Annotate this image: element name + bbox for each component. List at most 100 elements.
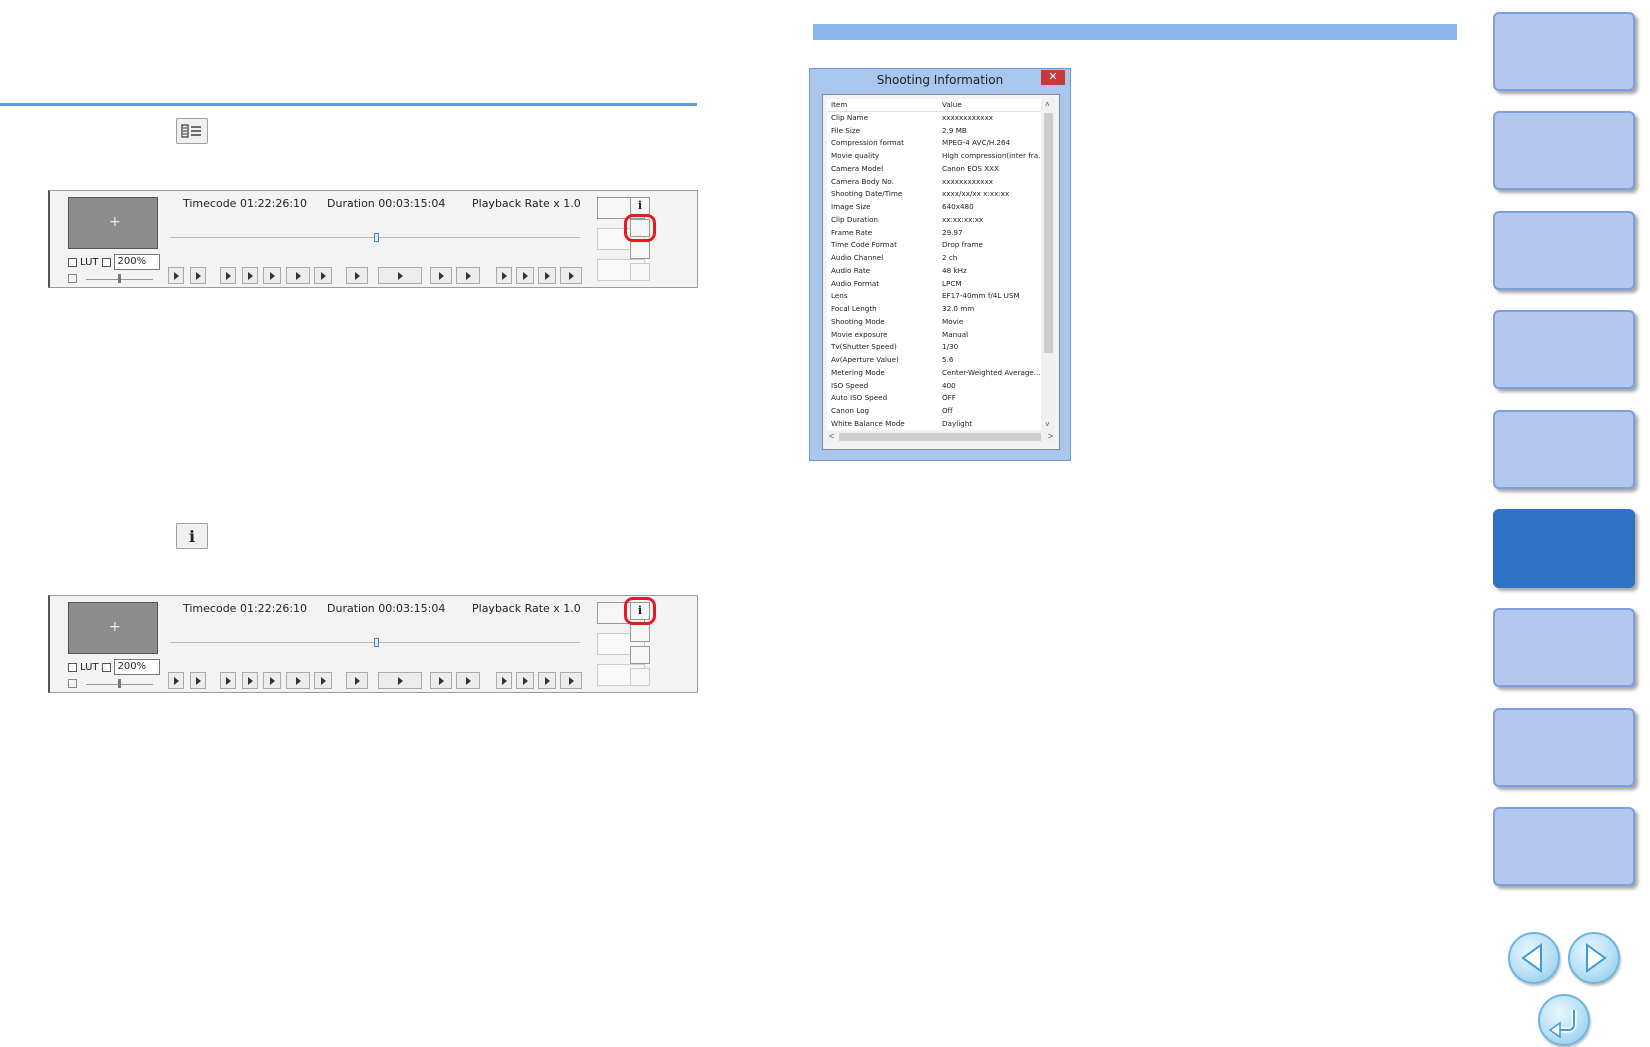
in-point-button[interactable]	[220, 672, 236, 689]
seek-knob[interactable]	[374, 233, 379, 242]
sidebar-tab[interactable]	[1493, 708, 1635, 787]
compare-button[interactable]	[630, 241, 650, 259]
list-item[interactable]: Audio Channel 2 ch	[827, 252, 1041, 265]
seek-knob[interactable]	[374, 638, 379, 647]
goto-out-button[interactable]	[314, 267, 332, 284]
list-item[interactable]: Image Size 640x480	[827, 201, 1041, 214]
list-item[interactable]: Focal Length 32.0 mm	[827, 303, 1041, 316]
list-item[interactable]: White Balance Mode Daylight	[827, 418, 1041, 430]
column-header-item[interactable]: Item	[827, 99, 939, 111]
list-item[interactable]: Shooting Date/Time xxxx/xx/xx x:xx:xx	[827, 188, 1041, 201]
vertical-scrollbar[interactable]: ˄ ˅	[1042, 99, 1055, 430]
volume-slider[interactable]	[68, 274, 153, 283]
in-out-button[interactable]	[286, 672, 310, 689]
scroll-left-icon[interactable]: <	[829, 431, 834, 441]
item-name: Audio Format	[831, 278, 880, 288]
compare-button[interactable]	[630, 646, 650, 664]
close-button[interactable]: ✕	[1041, 70, 1065, 85]
list-item[interactable]: Shooting Mode Movie	[827, 316, 1041, 329]
scroll-up-icon[interactable]: ˄	[1045, 100, 1050, 109]
list-item[interactable]: Audio Format LPCM	[827, 278, 1041, 291]
list-item[interactable]: Clip Name xxxxxxxxxxxx	[827, 112, 1041, 125]
back-button[interactable]	[1538, 994, 1590, 1046]
list-item[interactable]: Camera Model Canon EOS XXX	[827, 163, 1041, 176]
marker-next-button[interactable]	[538, 672, 556, 689]
zoom-checkbox[interactable]	[101, 662, 111, 672]
marker-next-button[interactable]	[538, 267, 556, 284]
list-item[interactable]: Auto ISO Speed OFF	[827, 392, 1041, 405]
sidebar-tab[interactable]	[1493, 211, 1635, 290]
volume-slider[interactable]	[68, 679, 153, 688]
scroll-down-icon[interactable]: ˅	[1045, 420, 1050, 429]
item-value: Daylight	[942, 418, 973, 428]
next-frame-button[interactable]	[430, 672, 452, 689]
sidebar-tab[interactable]	[1493, 410, 1635, 489]
list-item[interactable]: Canon Log Off	[827, 405, 1041, 418]
in-out-button[interactable]	[286, 267, 310, 284]
marker-button[interactable]	[496, 672, 512, 689]
prev-clip-button[interactable]	[168, 267, 184, 284]
item-value: OFF	[942, 393, 956, 403]
marker-prev-button[interactable]	[516, 267, 534, 284]
sidebar-tab[interactable]	[1493, 310, 1635, 389]
goto-out-button[interactable]	[314, 672, 332, 689]
sidebar-tab[interactable]	[1493, 807, 1635, 886]
zoom-select[interactable]: 200%	[113, 254, 160, 270]
seek-bar[interactable]	[170, 638, 580, 647]
next-page-button[interactable]	[1568, 932, 1620, 984]
list-item[interactable]: Lens EF17-40mm f/4L USM	[827, 290, 1041, 303]
list-item[interactable]: Tv(Shutter Speed) 1/30	[827, 341, 1041, 354]
lut-checkbox[interactable]	[68, 662, 77, 672]
next-clip-button[interactable]	[190, 267, 206, 284]
info-button[interactable]: i	[630, 197, 650, 215]
prev-clip-button[interactable]	[168, 672, 184, 689]
lut-checkbox[interactable]	[68, 257, 77, 267]
scroll-right-icon[interactable]: >	[1048, 431, 1053, 441]
list-item[interactable]: Compression format MPEG-4 AVC/H.264	[827, 137, 1041, 150]
out-point-button[interactable]	[242, 672, 258, 689]
fast-forward-button[interactable]	[456, 672, 480, 689]
shooting-info-list-button[interactable]	[630, 624, 650, 642]
sidebar-tab-active[interactable]	[1493, 509, 1635, 588]
item-name: Movie exposure	[831, 329, 888, 339]
list-item[interactable]: Camera Body No. xxxxxxxxxxxx	[827, 176, 1041, 189]
prev-page-button[interactable]	[1508, 932, 1560, 984]
prev-frame-button[interactable]	[346, 267, 368, 284]
goto-in-button[interactable]	[263, 672, 281, 689]
list-item[interactable]: ISO Speed 400	[827, 380, 1041, 393]
list-item[interactable]: Frame Rate 29.97	[827, 227, 1041, 240]
next-frame-button[interactable]	[430, 267, 452, 284]
column-header-value[interactable]: Value	[939, 99, 1041, 111]
in-point-button[interactable]	[220, 267, 236, 284]
list-item[interactable]: Clip Duration xx:xx:xx:xx	[827, 214, 1041, 227]
list-item[interactable]: Time Code Format Drop frame	[827, 239, 1041, 252]
list-item[interactable]: Audio Rate 48 kHz	[827, 265, 1041, 278]
sidebar-tab[interactable]	[1493, 12, 1635, 91]
item-name: Image Size	[831, 202, 871, 211]
play-button[interactable]	[378, 267, 422, 284]
list-item[interactable]: Movie quality High compression(inter fra.…	[827, 150, 1041, 163]
goto-in-button[interactable]	[263, 267, 281, 284]
seek-bar[interactable]	[170, 233, 580, 242]
play-button[interactable]	[378, 672, 422, 689]
marker-list-button[interactable]	[560, 267, 582, 284]
list-item[interactable]: Av(Aperture Value) 5.6	[827, 354, 1041, 367]
list-item[interactable]: Movie exposure Manual	[827, 329, 1041, 342]
list-item[interactable]: Metering Mode Center-Weighted Average...	[827, 367, 1041, 380]
zoom-select[interactable]: 200%	[113, 659, 160, 675]
next-clip-button[interactable]	[190, 672, 206, 689]
fast-forward-button[interactable]	[456, 267, 480, 284]
sidebar-tab[interactable]	[1493, 111, 1635, 190]
zoom-checkbox[interactable]	[101, 257, 111, 267]
out-point-button[interactable]	[242, 267, 258, 284]
marker-button[interactable]	[496, 267, 512, 284]
list-item[interactable]: File Size 2.9 MB	[827, 125, 1041, 138]
marker-list-button[interactable]	[560, 672, 582, 689]
scroll-thumb[interactable]	[839, 433, 1041, 441]
marker-prev-button[interactable]	[516, 672, 534, 689]
sidebar-tab[interactable]	[1493, 608, 1635, 687]
scroll-thumb[interactable]	[1044, 113, 1053, 353]
horizontal-scrollbar[interactable]: < >	[827, 431, 1055, 443]
prev-frame-button[interactable]	[346, 672, 368, 689]
speaker-icon	[68, 679, 77, 688]
